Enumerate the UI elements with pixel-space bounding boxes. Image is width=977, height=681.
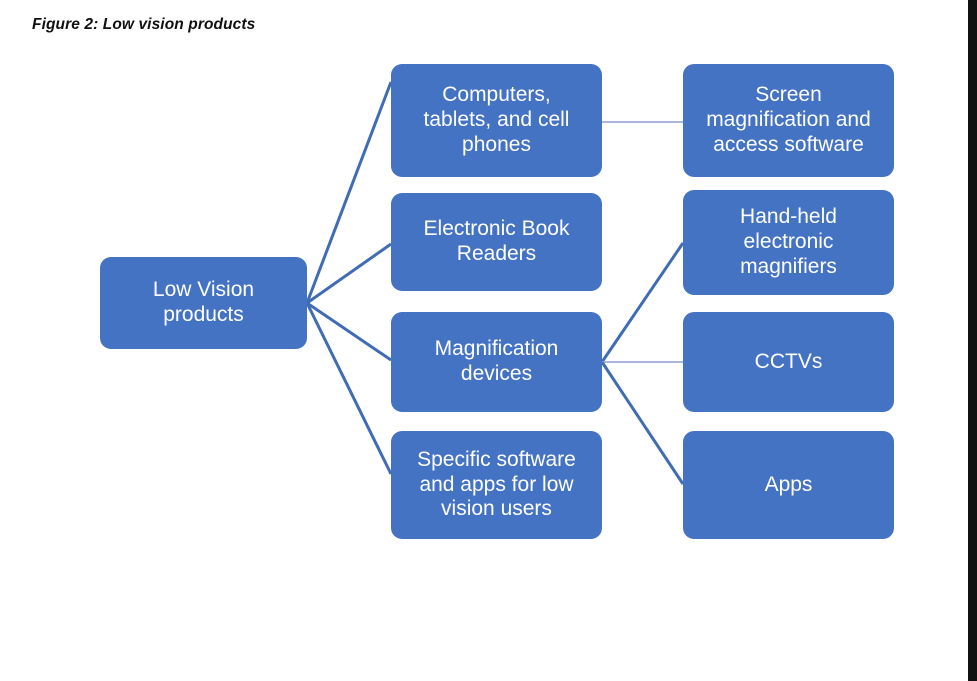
node-label-computers-tablets-cell-phones: Computers, tablets, and cell phones (423, 83, 570, 156)
node-label-screen-magnification-access-software: Screen magnification and access software (706, 83, 871, 156)
connector-edge-magnification-apps (600, 361, 685, 485)
connector-edge-root-specific-software (305, 302, 393, 475)
node-low-vision-products[interactable]: Low Vision products (100, 257, 307, 349)
node-specific-software-and-apps[interactable]: Specific software and apps for low visio… (391, 431, 602, 539)
node-computers-tablets-cell-phones[interactable]: Computers, tablets, and cell phones (391, 64, 602, 177)
node-label-specific-software-and-apps: Specific software and apps for low visio… (417, 447, 576, 521)
node-label-electronic-book-readers: Electronic Book Readers (423, 217, 570, 265)
node-label-magnification-devices: Magnification devices (434, 337, 559, 385)
node-label-hand-held-electronic-magnifiers: Hand-held electronic magnifiers (740, 205, 837, 278)
node-label-low-vision-products: Low Vision products (152, 278, 255, 326)
connector-edge-root-computers (305, 81, 393, 304)
node-screen-magnification-access-software[interactable]: Screen magnification and access software (683, 64, 894, 177)
node-hand-held-electronic-magnifiers[interactable]: Hand-held electronic magnifiers (683, 190, 894, 295)
connector-edge-root-magnification (306, 301, 392, 362)
node-apps[interactable]: Apps (683, 431, 894, 539)
figure-title: Figure 2: Low vision products (32, 16, 256, 33)
node-cctvs[interactable]: CCTVs (683, 312, 894, 412)
figure-canvas: Figure 2: Low vision products Low Vision… (0, 0, 977, 681)
node-magnification-devices[interactable]: Magnification devices (391, 312, 602, 412)
node-label-apps: Apps (764, 472, 813, 496)
connector-edge-root-ebook (306, 242, 392, 305)
node-electronic-book-readers[interactable]: Electronic Book Readers (391, 193, 602, 291)
connector-edge-magnification-handheld (600, 242, 685, 363)
node-label-cctvs: CCTVs (754, 349, 823, 373)
